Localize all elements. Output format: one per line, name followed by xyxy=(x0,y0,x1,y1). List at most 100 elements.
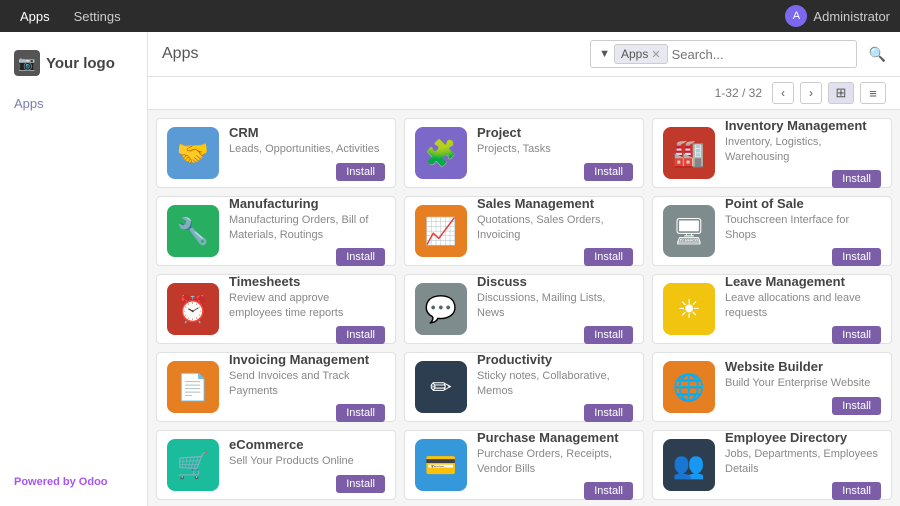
app-info: ManufacturingManufacturing Orders, Bill … xyxy=(229,196,385,266)
app-card: 🏭Inventory ManagementInventory, Logistic… xyxy=(652,118,892,188)
next-page-button[interactable]: › xyxy=(800,82,822,104)
app-icon: ✏ xyxy=(415,361,467,413)
main-layout: 📷 Your logo Apps Powered by Odoo Apps ▼ … xyxy=(0,32,900,506)
filter-tag-apps[interactable]: Apps ✕ xyxy=(614,44,668,64)
powered-by: Powered by Odoo xyxy=(0,468,147,496)
app-desc: Inventory, Logistics, Warehousing xyxy=(725,135,881,164)
app-desc: Send Invoices and Track Payments xyxy=(229,369,385,398)
search-input[interactable] xyxy=(672,47,848,62)
app-card: 📄Invoicing ManagementSend Invoices and T… xyxy=(156,352,396,422)
app-desc: Projects, Tasks xyxy=(477,142,633,156)
install-button[interactable]: Install xyxy=(336,404,385,422)
install-button[interactable]: Install xyxy=(832,248,881,266)
app-name: Project xyxy=(477,125,633,140)
pagination-info: 1-32 / 32 xyxy=(715,86,762,100)
app-name: Productivity xyxy=(477,352,633,367)
app-card: 📈Sales ManagementQuotations, Sales Order… xyxy=(404,196,644,266)
app-name: Sales Management xyxy=(477,196,633,211)
app-card: 🧩ProjectProjects, TasksInstall xyxy=(404,118,644,188)
app-name: Purchase Management xyxy=(477,430,633,445)
app-icon: 👥 xyxy=(663,439,715,491)
app-info: CRM Leads, Opportunities, Activities Insta… xyxy=(229,125,385,180)
app-info: Sales ManagementQuotations, Sales Orders… xyxy=(477,196,633,266)
nav-item-apps[interactable]: Apps xyxy=(10,5,60,28)
app-desc: Leads, Opportunities, Activities xyxy=(229,142,385,156)
app-info: Project Projects, Tasks Install xyxy=(477,125,633,180)
user-avatar: A xyxy=(785,5,807,27)
prev-page-button[interactable]: ‹ xyxy=(772,82,794,104)
app-card: 👥Employee DirectoryJobs, Departments, Em… xyxy=(652,430,892,500)
app-name: eCommerce xyxy=(229,437,385,452)
search-box: ▼ Apps ✕ xyxy=(590,40,856,68)
app-icon: 📈 xyxy=(415,205,467,257)
app-card: 🛒 eCommerce Sell Your Products Online Insta… xyxy=(156,430,396,500)
app-info: TimesheetsReview and approve employees t… xyxy=(229,274,385,344)
app-info: eCommerce Sell Your Products Online Instal… xyxy=(229,437,385,492)
app-name: Employee Directory xyxy=(725,430,881,445)
app-card: ☀ Leave Management Leave allocations and l… xyxy=(652,274,892,344)
app-icon: 🛒 xyxy=(167,439,219,491)
app-icon: 🔧 xyxy=(167,205,219,257)
filter-label: Apps xyxy=(621,47,648,61)
app-name: Invoicing Management xyxy=(229,352,385,367)
install-button[interactable]: Install xyxy=(336,475,385,493)
app-name: Discuss xyxy=(477,274,633,289)
install-button[interactable]: Install xyxy=(584,326,633,344)
app-card: 🌐Website BuilderBuild Your Enterprise We… xyxy=(652,352,892,422)
app-desc: Touchscreen Interface for Shops xyxy=(725,213,881,242)
nav-item-settings[interactable]: Settings xyxy=(64,5,131,28)
app-name: Timesheets xyxy=(229,274,385,289)
controls-bar: 1-32 / 32 ‹ › ⊞ ≡ xyxy=(148,77,900,110)
search-icon[interactable]: 🔍 xyxy=(869,46,886,63)
install-button[interactable]: Install xyxy=(584,248,633,266)
app-name: Website Builder xyxy=(725,359,881,374)
app-card: 💳Purchase ManagementPurchase Orders, Rec… xyxy=(404,430,644,500)
app-info: Purchase ManagementPurchase Orders, Rece… xyxy=(477,430,633,500)
grid-view-button[interactable]: ⊞ xyxy=(828,82,854,104)
install-button[interactable]: Install xyxy=(336,163,385,181)
install-button[interactable]: Install xyxy=(584,404,633,422)
install-button[interactable]: Install xyxy=(336,248,385,266)
app-icon: 🤝 xyxy=(167,127,219,179)
install-button[interactable]: Install xyxy=(584,482,633,500)
app-card: 🖥 Point of Sale Touchscreen Interface for … xyxy=(652,196,892,266)
user-name: Administrator xyxy=(813,9,890,24)
app-icon: 💬 xyxy=(415,283,467,335)
list-view-button[interactable]: ≡ xyxy=(860,82,886,104)
page-title: Apps xyxy=(162,45,198,63)
app-name: Point of Sale xyxy=(725,196,881,211)
app-desc: Manufacturing Orders, Bill of Materials,… xyxy=(229,213,385,242)
app-name: Leave Management xyxy=(725,274,881,289)
install-button[interactable]: Install xyxy=(832,170,881,188)
filter-remove-icon[interactable]: ✕ xyxy=(651,48,660,61)
app-icon: 🌐 xyxy=(663,361,715,413)
app-info: ProductivitySticky notes, Collaborative,… xyxy=(477,352,633,422)
app-card: 💬DiscussDiscussions, Mailing Lists, News… xyxy=(404,274,644,344)
app-info: Leave Management Leave allocations and le… xyxy=(725,274,881,344)
app-name: Inventory Management xyxy=(725,118,881,133)
app-info: Inventory Management Inventory, Logistics… xyxy=(725,118,881,188)
top-nav-right: A Administrator xyxy=(785,5,890,27)
app-desc: Leave allocations and leave requests xyxy=(725,291,881,320)
app-card: ✏ProductivitySticky notes, Collaborative… xyxy=(404,352,644,422)
app-card: 🤝 CRM Leads, Opportunities, Activities Inst… xyxy=(156,118,396,188)
app-card: 🔧ManufacturingManufacturing Orders, Bill… xyxy=(156,196,396,266)
app-info: Employee DirectoryJobs, Departments, Emp… xyxy=(725,430,881,500)
app-icon: ⏰ xyxy=(167,283,219,335)
app-icon: 🖥 xyxy=(663,205,715,257)
app-desc: Sell Your Products Online xyxy=(229,454,385,468)
install-button[interactable]: Install xyxy=(832,482,881,500)
install-button[interactable]: Install xyxy=(832,326,881,344)
content-header: Apps ▼ Apps ✕ 🔍 xyxy=(148,32,900,77)
app-info: Website BuilderBuild Your Enterprise Web… xyxy=(725,359,881,414)
app-name: CRM xyxy=(229,125,385,140)
top-nav-left: Apps Settings xyxy=(10,5,131,28)
app-icon: ☀ xyxy=(663,283,715,335)
app-card: ⏰TimesheetsReview and approve employees … xyxy=(156,274,396,344)
install-button[interactable]: Install xyxy=(832,397,881,415)
install-button[interactable]: Install xyxy=(584,163,633,181)
app-icon: 💳 xyxy=(415,439,467,491)
logo-text: Your logo xyxy=(46,55,115,72)
sidebar-item-apps[interactable]: Apps xyxy=(0,92,147,115)
install-button[interactable]: Install xyxy=(336,326,385,344)
